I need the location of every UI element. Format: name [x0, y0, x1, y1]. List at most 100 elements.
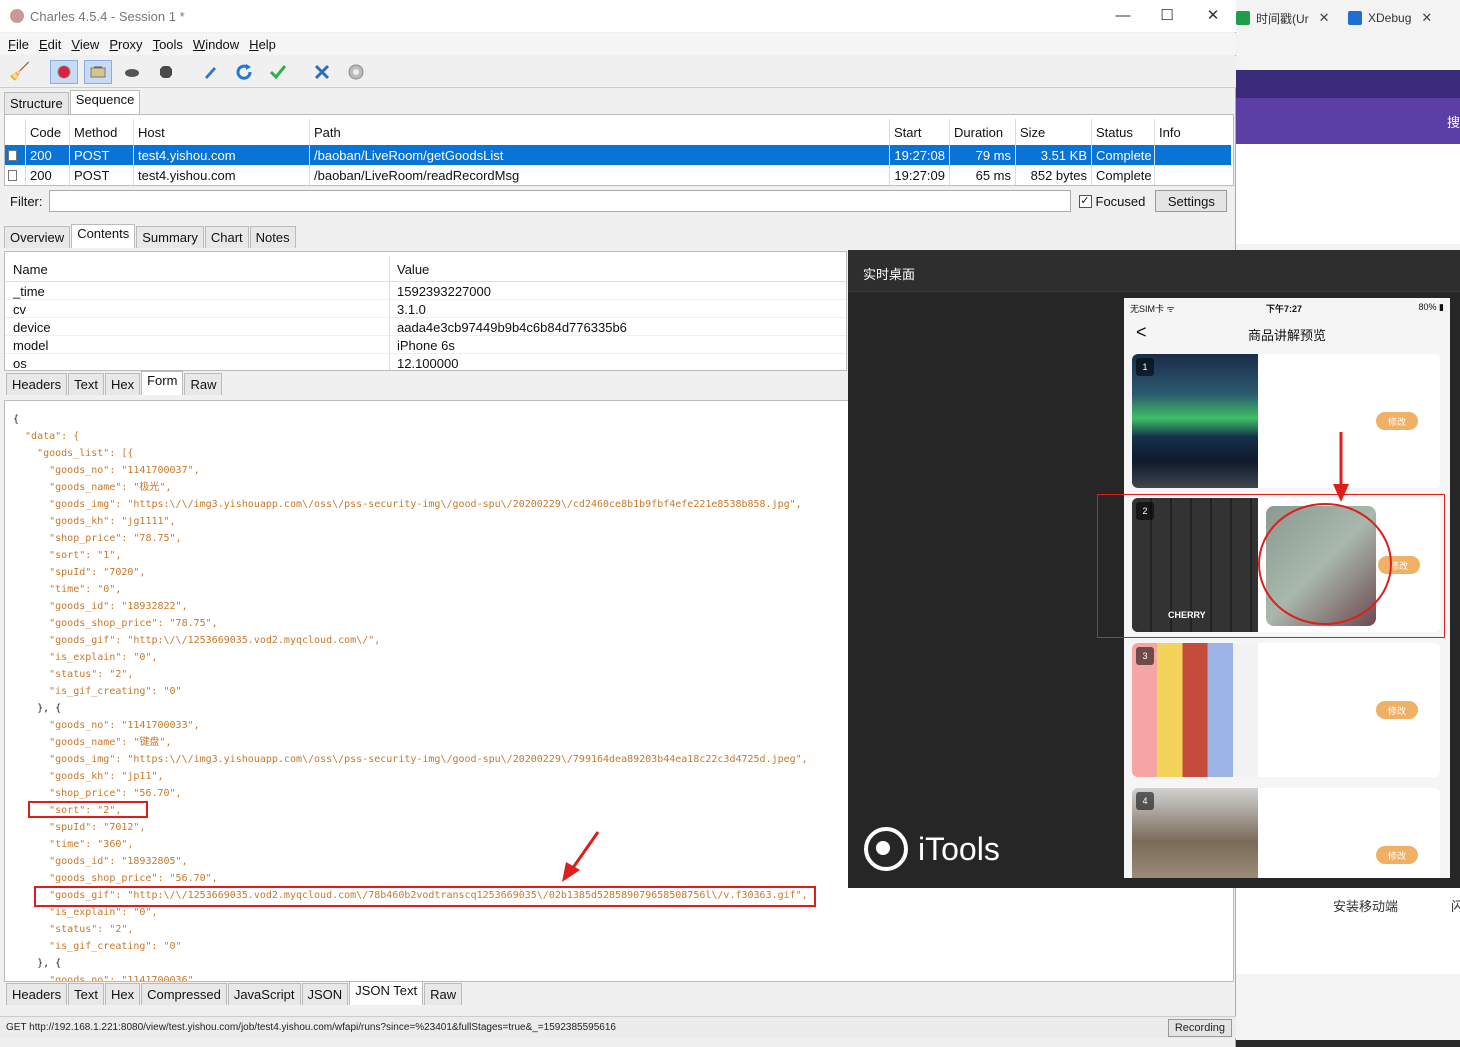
refresh-icon[interactable]: [230, 60, 258, 84]
menu-window[interactable]: Window: [193, 37, 239, 52]
form-row[interactable]: os 12.100000: [5, 354, 846, 371]
tab-notes[interactable]: Notes: [249, 226, 296, 248]
recording-button[interactable]: Recording: [1167, 1019, 1232, 1037]
sequence-table: Code Method Host Path Start Duration Siz…: [4, 114, 1234, 186]
column-path[interactable]: Path: [309, 119, 889, 145]
tab-hex[interactable]: Hex: [104, 983, 141, 1005]
menu-proxy[interactable]: Proxy: [109, 37, 142, 52]
sequence-header: Code Method Host Path Start Duration Siz…: [5, 119, 1231, 145]
menu-edit[interactable]: Edit: [39, 37, 61, 52]
charles-app-icon: [10, 9, 24, 23]
tab-raw[interactable]: Raw: [424, 983, 463, 1005]
pen-icon[interactable]: [196, 60, 224, 84]
browser-tab-timestamp[interactable]: 时间戳(Ur ✕: [1236, 4, 1330, 32]
menu-tools[interactable]: Tools: [153, 37, 183, 52]
edit-button[interactable]: 修改: [1376, 701, 1418, 719]
cell-info: [1154, 165, 1231, 185]
column-code[interactable]: Code: [25, 119, 69, 145]
focused-checkbox[interactable]: ✓ Focused: [1078, 194, 1145, 209]
tab-overview[interactable]: Overview: [4, 226, 71, 248]
phone-page-title: 商品讲解预览: [1247, 328, 1326, 343]
checkbox-checked-icon[interactable]: ✓: [1078, 194, 1092, 208]
cell-name: model: [13, 337, 49, 353]
column-status[interactable]: Status: [1091, 119, 1154, 145]
edit-button[interactable]: 修改: [1376, 846, 1418, 864]
json-line: "time": "360",: [13, 839, 134, 850]
tab-structure[interactable]: Structure: [4, 92, 69, 114]
site-nav-bar: 搜: [1236, 98, 1460, 144]
maximize-button[interactable]: ☐: [1144, 4, 1190, 28]
install-mobile-link[interactable]: 安装移动端: [1333, 896, 1398, 915]
column-method[interactable]: Method: [69, 119, 133, 145]
view-tabs: Structure Sequence: [4, 90, 141, 114]
json-line: "goods_no": "1141700037",: [13, 465, 200, 476]
tab-json[interactable]: JSON: [301, 983, 349, 1005]
menu-help[interactable]: Help: [249, 37, 276, 52]
close-button[interactable]: ✕: [1190, 4, 1236, 28]
more-link[interactable]: 闪: [1451, 896, 1460, 915]
cell-value: 12.100000: [397, 355, 459, 371]
column-start[interactable]: Start: [889, 119, 949, 145]
turtle-icon[interactable]: [118, 60, 146, 84]
filter-bar: Filter: ✓ Focused Settings: [4, 188, 1234, 214]
browser-tab-xdebug[interactable]: XDebug ✕: [1348, 4, 1432, 32]
tab-summary[interactable]: Summary: [136, 226, 204, 248]
tab-raw[interactable]: Raw: [184, 373, 223, 395]
column-value[interactable]: Value: [393, 256, 429, 282]
table-row[interactable]: 200 POST test4.yishou.com /baoban/LiveRo…: [5, 145, 1231, 165]
goods-card[interactable]: 1 修改: [1132, 354, 1440, 488]
column-size[interactable]: Size: [1015, 119, 1091, 145]
tools-icon[interactable]: [308, 60, 336, 84]
stop-icon[interactable]: [152, 60, 180, 84]
tab-form[interactable]: Form: [141, 371, 184, 395]
request-tabs: Headers Text Hex Form Raw: [6, 371, 223, 395]
tab-headers[interactable]: Headers: [6, 983, 68, 1005]
browser-tab-label: 时间戳(Ur: [1256, 11, 1309, 26]
search-text[interactable]: 搜: [1447, 112, 1460, 131]
column-info[interactable]: Info: [1154, 119, 1231, 145]
settings-button[interactable]: Settings: [1155, 190, 1228, 212]
menu-file[interactable]: File: [8, 37, 29, 52]
form-row[interactable]: _time 1592393227000: [5, 282, 846, 300]
edit-button[interactable]: 修改: [1376, 412, 1418, 430]
close-icon[interactable]: ✕: [1319, 10, 1330, 26]
tab-chart[interactable]: Chart: [204, 226, 249, 248]
form-row[interactable]: cv 3.1.0: [5, 300, 846, 318]
cell-name: device: [13, 319, 51, 335]
toolbar: 🧹: [0, 56, 1236, 88]
throttle-icon[interactable]: [84, 59, 112, 84]
broom-icon[interactable]: 🧹: [6, 60, 34, 84]
json-line: "spuId": "7020",: [13, 567, 146, 578]
tab-javascript[interactable]: JavaScript: [227, 983, 301, 1005]
filter-input[interactable]: [48, 190, 1071, 212]
tab-headers[interactable]: Headers: [6, 373, 68, 395]
tab-text[interactable]: Text: [68, 373, 104, 395]
menu-view[interactable]: View: [71, 37, 99, 52]
column-name[interactable]: Name: [9, 256, 48, 282]
close-icon[interactable]: ✕: [1421, 10, 1432, 26]
cell-name: cv: [13, 301, 26, 317]
form-row[interactable]: device aada4e3cb97449b9b4c6b84d776335b6: [5, 318, 846, 336]
tab-compressed[interactable]: Compressed: [141, 983, 227, 1005]
tab-contents[interactable]: Contents: [71, 224, 136, 248]
record-icon[interactable]: [50, 59, 78, 84]
json-line: "data": {: [13, 431, 80, 442]
tab-hex[interactable]: Hex: [104, 373, 141, 395]
goods-card[interactable]: 3 修改: [1132, 643, 1440, 777]
tab-text[interactable]: Text: [68, 983, 104, 1005]
json-line: "goods_shop_price": "78.75",: [13, 618, 218, 629]
tab-json-text[interactable]: JSON Text: [349, 981, 424, 1005]
phone-status-bar: 无SIM卡 ᯤ 下午7:27 80% ▮: [1124, 298, 1450, 316]
goods-card[interactable]: 4 修改: [1132, 788, 1440, 878]
table-row[interactable]: 200 POST test4.yishou.com /baoban/LiveRo…: [5, 165, 1231, 185]
json-line: }, {: [13, 958, 62, 969]
check-icon[interactable]: [264, 60, 292, 84]
json-line: "goods_no": "1141700033",: [13, 720, 200, 731]
minimize-button[interactable]: —: [1100, 4, 1146, 28]
tab-sequence[interactable]: Sequence: [69, 90, 141, 114]
column-host[interactable]: Host: [133, 119, 309, 145]
column-duration[interactable]: Duration: [949, 119, 1015, 145]
cell-start: 19:27:09: [889, 165, 949, 185]
form-row[interactable]: model iPhone 6s: [5, 336, 846, 354]
settings-icon[interactable]: [342, 60, 370, 84]
